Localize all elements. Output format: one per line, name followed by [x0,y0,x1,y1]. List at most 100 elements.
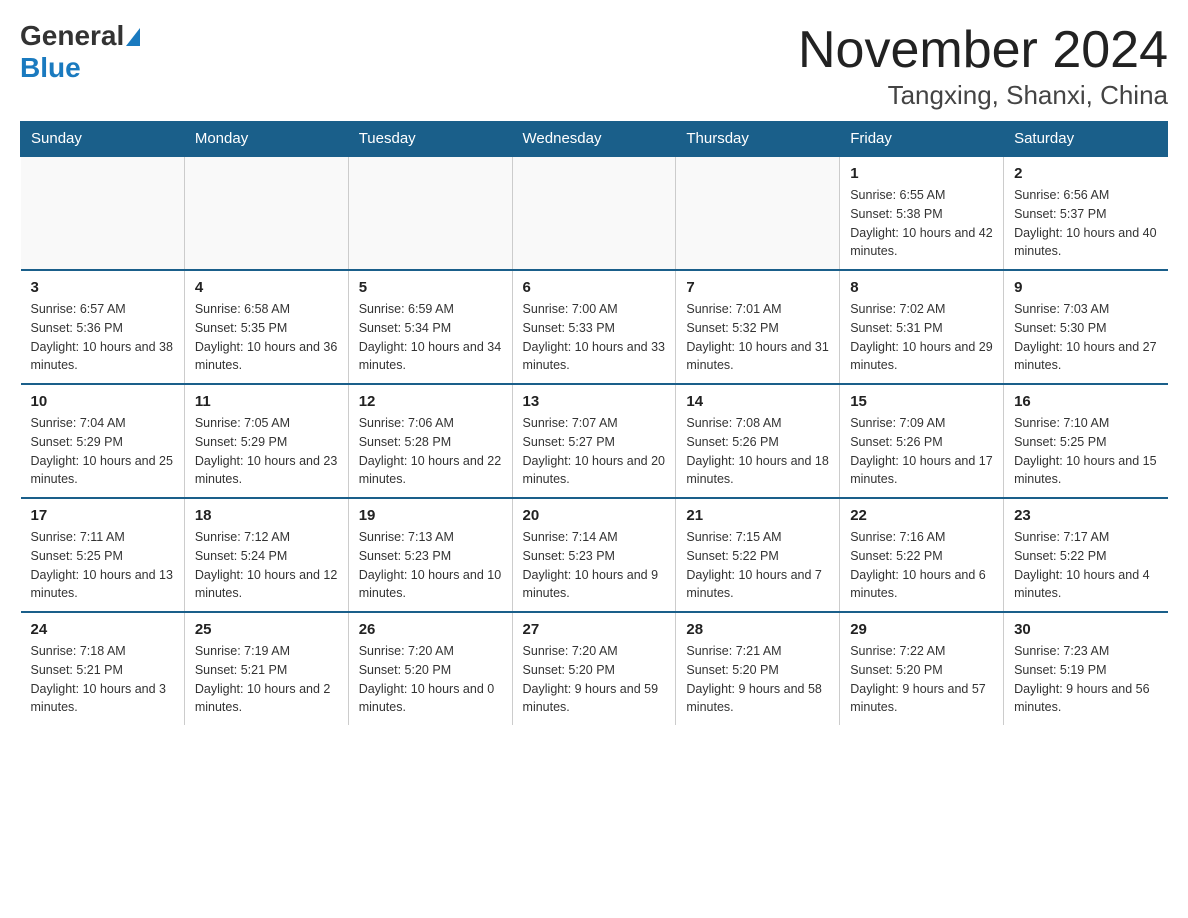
day-number: 14 [686,393,829,410]
day-info: Sunrise: 6:59 AMSunset: 5:34 PMDaylight:… [359,300,502,375]
day-number: 28 [686,621,829,638]
calendar-week-row: 3 Sunrise: 6:57 AMSunset: 5:36 PMDaylight… [21,270,1168,384]
calendar-week-row: 17Sunrise: 7:11 AMSunset: 5:25 PMDayligh… [21,498,1168,612]
day-info: Sunrise: 7:22 AMSunset: 5:20 PMDaylight:… [850,642,993,717]
day-info: Sunrise: 6:57 AMSunset: 5:36 PMDaylight:… [31,300,174,375]
calendar-cell [676,156,840,270]
day-info: Sunrise: 7:02 AMSunset: 5:31 PMDaylight:… [850,300,993,375]
calendar-title: November 2024 [798,20,1168,80]
day-number: 23 [1014,507,1157,524]
calendar-cell: 1 Sunrise: 6:55 AMSunset: 5:38 PMDaylight… [840,156,1004,270]
calendar-table: SundayMondayTuesdayWednesdayThursdayFrid… [20,121,1168,725]
day-of-week-header: Sunday [21,122,185,157]
day-number: 19 [359,507,502,524]
calendar-cell: 30Sunrise: 7:23 AMSunset: 5:19 PMDayligh… [1004,612,1168,725]
logo-text: General [20,20,140,52]
day-info: Sunrise: 7:07 AMSunset: 5:27 PMDaylight:… [523,414,666,489]
day-number: 12 [359,393,502,410]
day-number: 6 [523,279,666,296]
day-info: Sunrise: 7:20 AMSunset: 5:20 PMDaylight:… [523,642,666,717]
day-info: Sunrise: 7:08 AMSunset: 5:26 PMDaylight:… [686,414,829,489]
day-info: Sunrise: 7:17 AMSunset: 5:22 PMDaylight:… [1014,528,1157,603]
day-number: 20 [523,507,666,524]
day-info: Sunrise: 7:04 AMSunset: 5:29 PMDaylight:… [31,414,174,489]
day-info: Sunrise: 7:12 AMSunset: 5:24 PMDaylight:… [195,528,338,603]
calendar-cell: 19 Sunrise: 7:13 AMSunset: 5:23 PMDayligh… [348,498,512,612]
day-number: 8 [850,279,993,296]
calendar-cell: 26Sunrise: 7:20 AMSunset: 5:20 PMDayligh… [348,612,512,725]
calendar-cell: 22 Sunrise: 7:16 AMSunset: 5:22 PMDayligh… [840,498,1004,612]
calendar-cell: 4 Sunrise: 6:58 AMSunset: 5:35 PMDaylight… [184,270,348,384]
day-number: 21 [686,507,829,524]
calendar-cell [348,156,512,270]
day-of-week-header: Wednesday [512,122,676,157]
day-number: 25 [195,621,338,638]
day-number: 11 [195,393,338,410]
calendar-cell: 7 Sunrise: 7:01 AMSunset: 5:32 PMDaylight… [676,270,840,384]
day-number: 15 [850,393,993,410]
day-info: Sunrise: 6:58 AMSunset: 5:35 PMDaylight:… [195,300,338,375]
day-info: Sunrise: 7:09 AMSunset: 5:26 PMDaylight:… [850,414,993,489]
day-info: Sunrise: 7:15 AMSunset: 5:22 PMDaylight:… [686,528,829,603]
day-number: 22 [850,507,993,524]
calendar-cell: 14 Sunrise: 7:08 AMSunset: 5:26 PMDayligh… [676,384,840,498]
calendar-cell: 27 Sunrise: 7:20 AMSunset: 5:20 PMDayligh… [512,612,676,725]
calendar-body: 1 Sunrise: 6:55 AMSunset: 5:38 PMDaylight… [21,156,1168,725]
day-info: Sunrise: 7:10 AMSunset: 5:25 PMDaylight:… [1014,414,1157,489]
day-info: Sunrise: 7:19 AMSunset: 5:21 PMDaylight:… [195,642,338,717]
calendar-cell: 13 Sunrise: 7:07 AMSunset: 5:27 PMDayligh… [512,384,676,498]
calendar-cell: 20 Sunrise: 7:14 AMSunset: 5:23 PMDayligh… [512,498,676,612]
day-of-week-header: Tuesday [348,122,512,157]
calendar-week-row: 10 Sunrise: 7:04 AMSunset: 5:29 PMDayligh… [21,384,1168,498]
logo-general: General [20,20,124,52]
day-number: 18 [195,507,338,524]
day-number: 9 [1014,279,1157,296]
day-number: 24 [31,621,174,638]
day-info: Sunrise: 7:20 AMSunset: 5:20 PMDaylight:… [359,642,502,717]
day-number: 10 [31,393,174,410]
calendar-cell: 21 Sunrise: 7:15 AMSunset: 5:22 PMDayligh… [676,498,840,612]
calendar-cell: 12Sunrise: 7:06 AMSunset: 5:28 PMDayligh… [348,384,512,498]
calendar-cell: 29 Sunrise: 7:22 AMSunset: 5:20 PMDayligh… [840,612,1004,725]
day-info: Sunrise: 7:16 AMSunset: 5:22 PMDaylight:… [850,528,993,603]
calendar-cell: 24Sunrise: 7:18 AMSunset: 5:21 PMDayligh… [21,612,185,725]
calendar-cell: 16 Sunrise: 7:10 AMSunset: 5:25 PMDayligh… [1004,384,1168,498]
day-info: Sunrise: 7:01 AMSunset: 5:32 PMDaylight:… [686,300,829,375]
calendar-cell: 8 Sunrise: 7:02 AMSunset: 5:31 PMDaylight… [840,270,1004,384]
day-info: Sunrise: 7:00 AMSunset: 5:33 PMDaylight:… [523,300,666,375]
day-of-week-header: Saturday [1004,122,1168,157]
calendar-cell: 3 Sunrise: 6:57 AMSunset: 5:36 PMDaylight… [21,270,185,384]
day-number: 16 [1014,393,1157,410]
day-number: 13 [523,393,666,410]
day-info: Sunrise: 6:55 AMSunset: 5:38 PMDaylight:… [850,186,993,261]
day-number: 30 [1014,621,1157,638]
day-number: 2 [1014,165,1157,182]
calendar-cell [512,156,676,270]
calendar-cell: 17Sunrise: 7:11 AMSunset: 5:25 PMDayligh… [21,498,185,612]
day-info: Sunrise: 7:05 AMSunset: 5:29 PMDaylight:… [195,414,338,489]
calendar-cell: 6 Sunrise: 7:00 AMSunset: 5:33 PMDaylight… [512,270,676,384]
day-number: 5 [359,279,502,296]
calendar-subtitle: Tangxing, Shanxi, China [798,80,1168,111]
day-info: Sunrise: 7:14 AMSunset: 5:23 PMDaylight:… [523,528,666,603]
calendar-cell: 23 Sunrise: 7:17 AMSunset: 5:22 PMDayligh… [1004,498,1168,612]
calendar-cell: 2Sunrise: 6:56 AMSunset: 5:37 PMDaylight… [1004,156,1168,270]
day-number: 7 [686,279,829,296]
day-number: 4 [195,279,338,296]
day-number: 1 [850,165,993,182]
calendar-week-row: 1 Sunrise: 6:55 AMSunset: 5:38 PMDaylight… [21,156,1168,270]
day-number: 29 [850,621,993,638]
calendar-cell: 28 Sunrise: 7:21 AMSunset: 5:20 PMDayligh… [676,612,840,725]
day-info: Sunrise: 7:21 AMSunset: 5:20 PMDaylight:… [686,642,829,717]
day-of-week-header: Monday [184,122,348,157]
day-number: 27 [523,621,666,638]
calendar-cell: 11 Sunrise: 7:05 AMSunset: 5:29 PMDayligh… [184,384,348,498]
calendar-week-row: 24Sunrise: 7:18 AMSunset: 5:21 PMDayligh… [21,612,1168,725]
logo-blue: Blue [20,52,81,84]
calendar-header: SundayMondayTuesdayWednesdayThursdayFrid… [21,122,1168,157]
calendar-cell: 5 Sunrise: 6:59 AMSunset: 5:34 PMDaylight… [348,270,512,384]
calendar-cell [21,156,185,270]
logo-arrow-icon [126,28,140,46]
day-info: Sunrise: 7:13 AMSunset: 5:23 PMDaylight:… [359,528,502,603]
day-number: 3 [31,279,174,296]
